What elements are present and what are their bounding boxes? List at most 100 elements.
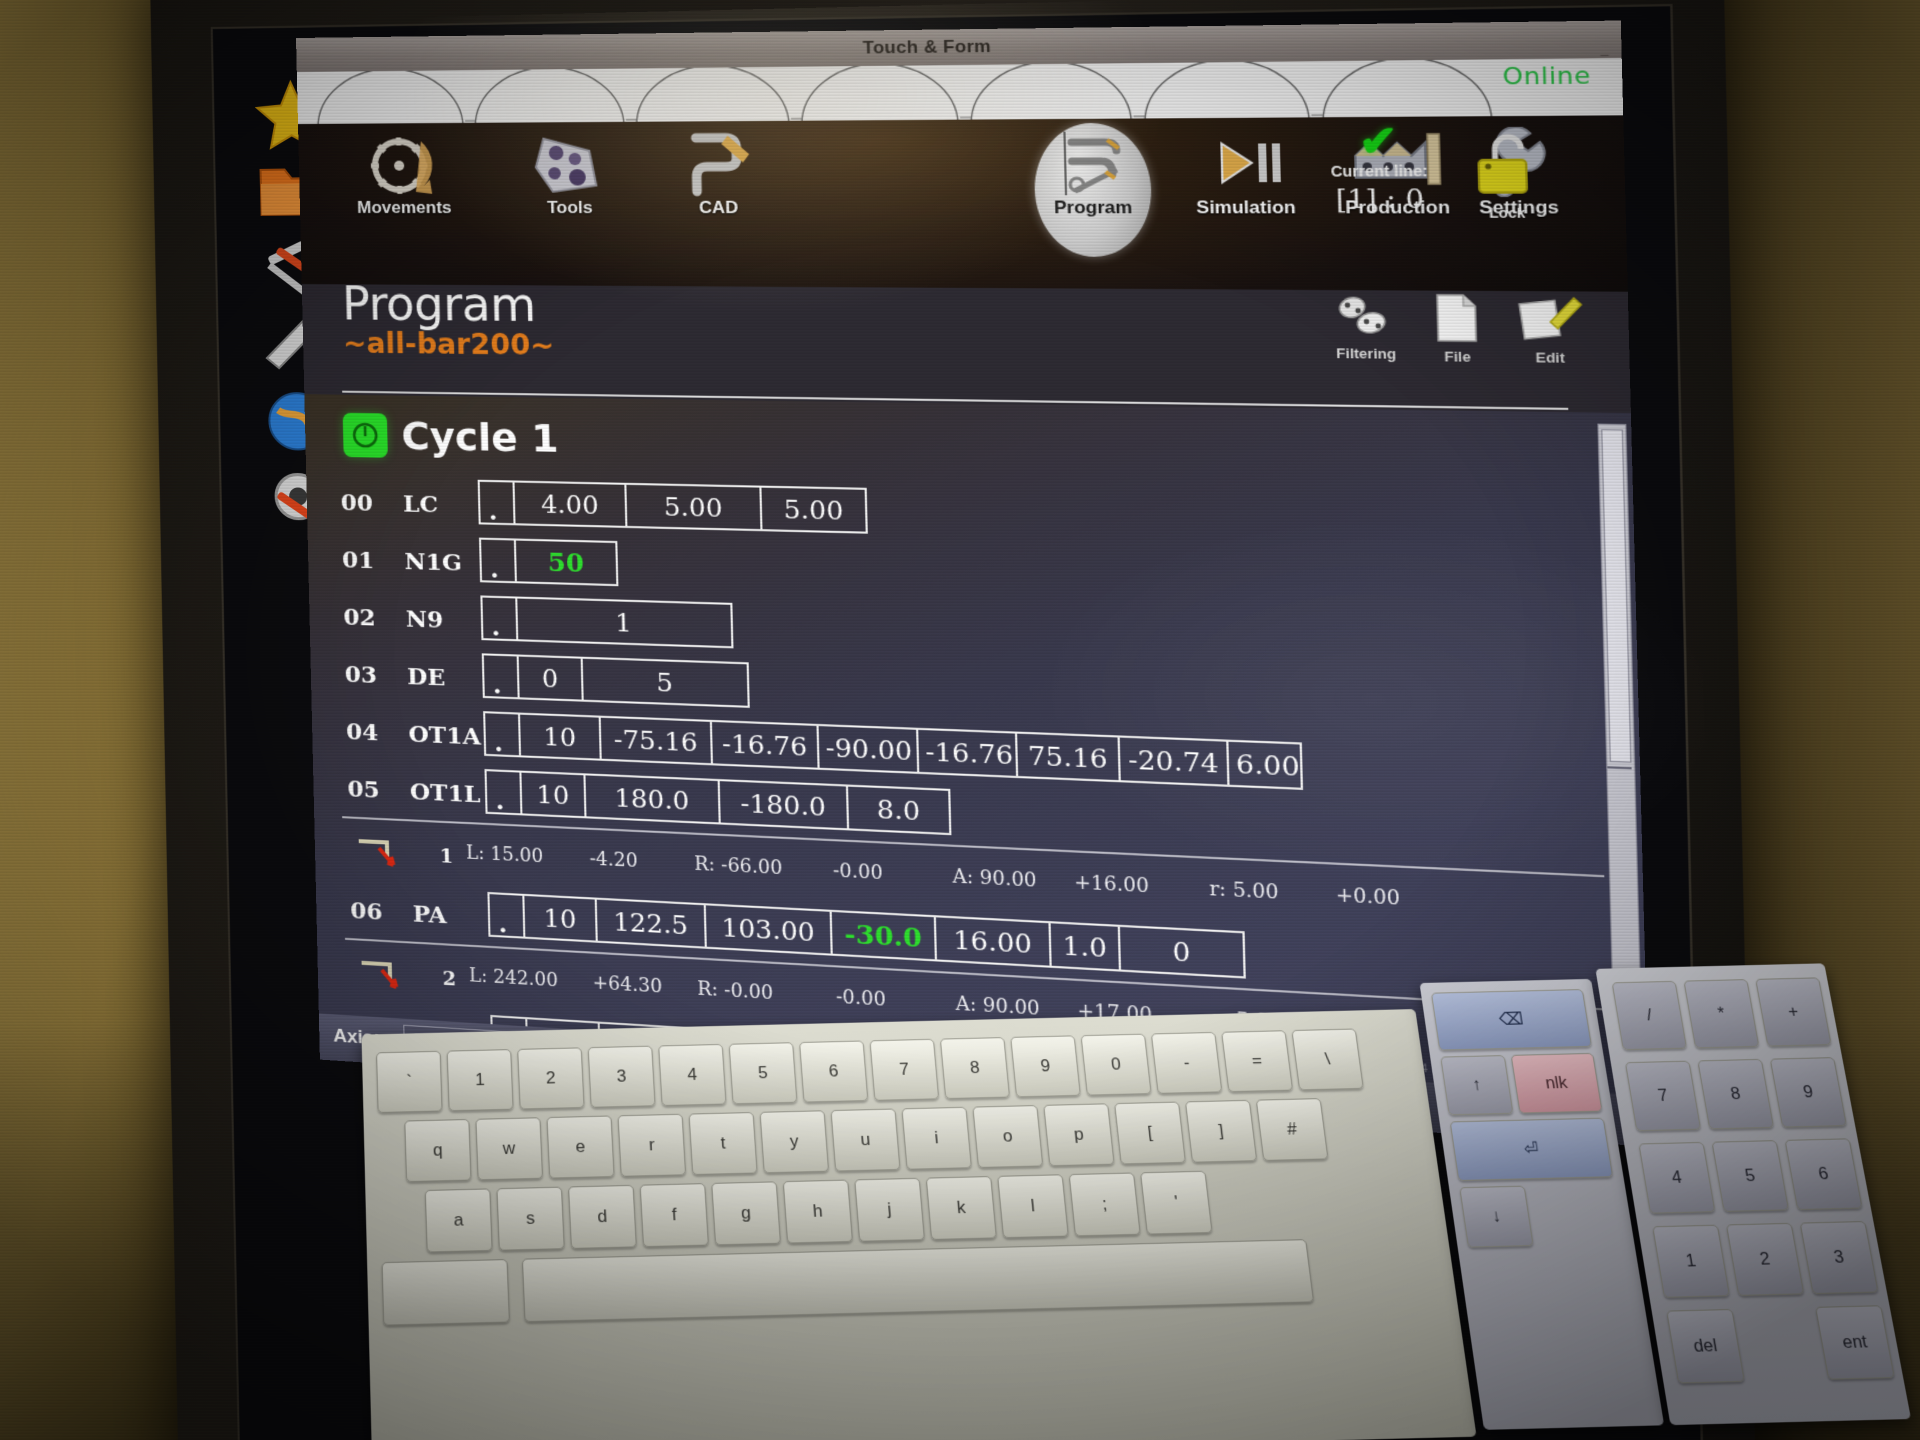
- keyboard-key[interactable]: r: [617, 1113, 687, 1177]
- row-value-cell[interactable]: 10: [517, 712, 600, 761]
- keyboard-key[interactable]: 2: [517, 1047, 585, 1110]
- keyboard-key[interactable]: =: [1221, 1030, 1294, 1093]
- row-value-cell[interactable]: 8.0: [845, 784, 952, 836]
- minimize-button[interactable]: _: [1595, 31, 1615, 58]
- keyboard-key[interactable]: 1: [1652, 1224, 1731, 1298]
- keyboard-key[interactable]: 4: [658, 1043, 727, 1107]
- row-value-cell[interactable]: 0: [516, 654, 582, 702]
- row-value-cell[interactable]: 10: [522, 893, 596, 943]
- keyboard-key[interactable]: del: [1666, 1308, 1745, 1384]
- filtering-button[interactable]: Filtering: [1316, 292, 1416, 362]
- keyboard-key[interactable]: ⌫: [1430, 989, 1593, 1051]
- row-value-cell[interactable]: 5.00: [624, 482, 761, 532]
- keyboard-key[interactable]: 1: [446, 1049, 514, 1112]
- keyboard-key[interactable]: 9: [1769, 1057, 1848, 1128]
- keyboard-key[interactable]: +: [1755, 977, 1832, 1047]
- keyboard-key[interactable]: ⏎: [1449, 1117, 1614, 1182]
- row-value-cell[interactable]: -16.76: [916, 727, 1017, 778]
- keyboard-key[interactable]: *: [1683, 979, 1760, 1049]
- row-marker-cell[interactable]: .: [483, 711, 520, 758]
- row-value-cell[interactable]: 122.5: [594, 897, 705, 949]
- keyboard-key[interactable]: t: [688, 1111, 758, 1176]
- keyboard-key[interactable]: ↓: [1459, 1185, 1534, 1248]
- keyboard-key[interactable]: d: [568, 1184, 637, 1250]
- keyboard-key[interactable]: a: [424, 1188, 493, 1253]
- toolbar-item-movements[interactable]: Movements: [314, 133, 494, 218]
- keyboard-key[interactable]: 8: [1697, 1058, 1775, 1130]
- keyboard-key[interactable]: h: [782, 1179, 854, 1244]
- row-value-cell[interactable]: -90.00: [816, 723, 918, 774]
- keyboard-key[interactable]: o: [972, 1105, 1044, 1169]
- file-button[interactable]: File: [1418, 293, 1495, 366]
- row-value-cell[interactable]: 103.00: [703, 903, 831, 956]
- row-value-cell[interactable]: -180.0: [717, 778, 847, 831]
- keyboard-key[interactable]: [381, 1259, 510, 1326]
- keyboard-key[interactable]: ;: [1068, 1172, 1141, 1237]
- keyboard-key[interactable]: [: [1114, 1101, 1186, 1165]
- row-marker-cell[interactable]: .: [487, 891, 524, 939]
- row-marker-cell[interactable]: .: [477, 479, 514, 526]
- keyboard-key[interactable]: 7: [1624, 1060, 1702, 1132]
- keyboard-key[interactable]: \: [1291, 1028, 1364, 1091]
- row-marker-cell[interactable]: .: [480, 595, 517, 642]
- keyboard-key[interactable]: u: [830, 1108, 901, 1172]
- keyboard-key[interactable]: 5: [1711, 1140, 1790, 1212]
- keyboard-key[interactable]: 7: [869, 1038, 940, 1101]
- keyboard-key[interactable]: f: [639, 1183, 709, 1248]
- keyboard-key[interactable]: [521, 1239, 1315, 1323]
- keyboard-key[interactable]: j: [854, 1177, 925, 1242]
- keyboard-key[interactable]: s: [496, 1186, 565, 1251]
- toolbar-item-tools[interactable]: Tools: [496, 132, 643, 218]
- keyboard-key[interactable]: e: [546, 1115, 615, 1179]
- power-on-icon[interactable]: [342, 412, 388, 458]
- keyboard-key[interactable]: nlk: [1510, 1052, 1603, 1114]
- keyboard-key[interactable]: `: [376, 1050, 443, 1114]
- row-value-cell[interactable]: 75.16: [1014, 731, 1119, 783]
- row-value-cell[interactable]: 10: [519, 770, 585, 819]
- keyboard-key[interactable]: 5: [728, 1042, 798, 1105]
- keyboard-key[interactable]: #: [1255, 1098, 1329, 1162]
- keyboard-key[interactable]: w: [475, 1117, 544, 1181]
- keyboard-key[interactable]: 8: [939, 1037, 1011, 1100]
- keyboard-key[interactable]: 9: [1010, 1035, 1081, 1098]
- row-value-cell[interactable]: -75.16: [598, 715, 711, 766]
- keyboard-key[interactable]: ]: [1184, 1099, 1258, 1163]
- row-value-cell[interactable]: -20.74: [1117, 735, 1228, 787]
- keyboard-key[interactable]: 6: [1784, 1138, 1863, 1211]
- keyboard-key[interactable]: 3: [587, 1045, 656, 1108]
- edit-button[interactable]: Edit: [1503, 293, 1596, 366]
- row-value-cell[interactable]: 50: [513, 538, 619, 587]
- keyboard-key[interactable]: k: [925, 1176, 997, 1241]
- row-marker-cell[interactable]: .: [484, 769, 521, 816]
- lock-button[interactable]: Lock: [1461, 133, 1551, 221]
- row-value-cell[interactable]: 1: [515, 596, 734, 649]
- keyboard-key[interactable]: ent: [1814, 1305, 1895, 1380]
- toolbar-item-cad[interactable]: CAD: [645, 131, 791, 218]
- keyboard-key[interactable]: 6: [799, 1040, 869, 1103]
- keyboard-key[interactable]: -: [1150, 1031, 1223, 1094]
- toolbar-item-program[interactable]: Program: [1033, 129, 1152, 219]
- keyboard-key[interactable]: ↑: [1440, 1055, 1514, 1116]
- keyboard-key[interactable]: 0: [1080, 1033, 1152, 1096]
- keyboard-key[interactable]: 2: [1725, 1222, 1805, 1296]
- scrollbar-thumb[interactable]: [1601, 429, 1632, 763]
- keyboard-key[interactable]: p: [1043, 1103, 1115, 1167]
- row-value-cell[interactable]: 5.00: [759, 485, 868, 534]
- row-value-cell[interactable]: -30.0: [829, 909, 935, 962]
- keyboard-key[interactable]: l: [997, 1174, 1069, 1239]
- keyboard-key[interactable]: i: [901, 1106, 972, 1170]
- keyboard-key[interactable]: y: [759, 1110, 830, 1174]
- keyboard-key[interactable]: q: [404, 1118, 472, 1183]
- row-value-cell[interactable]: 180.0: [583, 773, 719, 825]
- cycle-header[interactable]: Cycle 1: [342, 412, 559, 461]
- keyboard-key[interactable]: g: [711, 1181, 781, 1246]
- row-value-cell[interactable]: 6.00: [1226, 739, 1304, 790]
- row-value-cell[interactable]: -16.76: [709, 719, 818, 770]
- keyboard-key[interactable]: /: [1611, 980, 1688, 1051]
- keyboard-key[interactable]: 3: [1799, 1220, 1879, 1295]
- row-value-cell[interactable]: 5: [580, 656, 750, 708]
- keyboard-key[interactable]: 4: [1638, 1141, 1716, 1214]
- row-marker-cell[interactable]: .: [481, 653, 518, 700]
- row-marker-cell[interactable]: .: [479, 537, 515, 584]
- row-value-cell[interactable]: 4.00: [512, 480, 626, 528]
